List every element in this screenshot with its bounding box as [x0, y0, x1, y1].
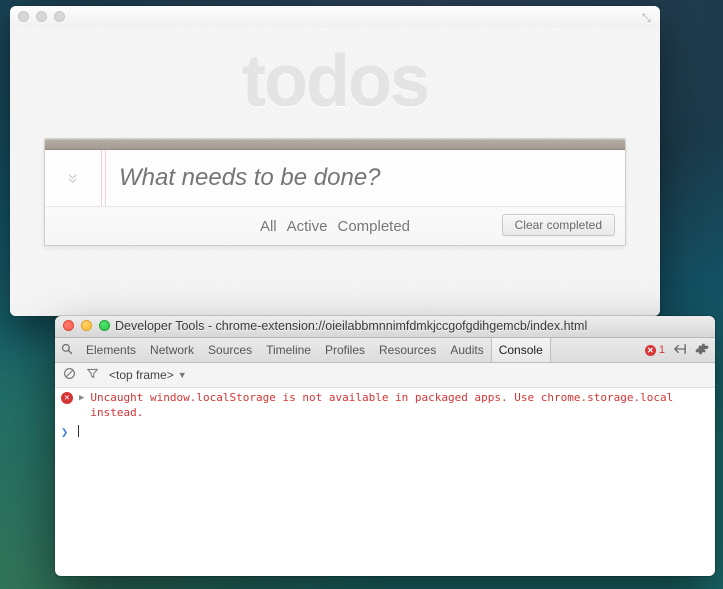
error-icon: ✕	[645, 345, 656, 356]
filters-row: All Active Completed Clear completed	[45, 207, 625, 245]
console-caret	[78, 425, 79, 437]
frame-selector-label: <top frame>	[109, 368, 174, 382]
filter-icon[interactable]	[86, 367, 99, 383]
tab-sources[interactable]: Sources	[201, 338, 259, 362]
todos-app-window: ⤢ todos » All Active Completed Clear com…	[10, 6, 660, 316]
console-error-row[interactable]: ✕ ▶ Uncaught window.localStorage is not …	[61, 389, 707, 423]
close-icon[interactable]	[18, 11, 29, 22]
devtools-window: Developer Tools - chrome-extension://oie…	[55, 316, 715, 576]
clear-console-icon[interactable]	[63, 367, 76, 383]
app-body: todos » All Active Completed Clear compl…	[10, 28, 660, 316]
app-titlebar[interactable]: ⤢	[10, 6, 660, 29]
search-icon[interactable]	[59, 343, 75, 358]
drawer-toggle-icon[interactable]	[673, 343, 687, 358]
error-icon: ✕	[61, 392, 73, 404]
tab-console[interactable]: Console	[491, 338, 551, 362]
devtools-tabs: Elements Network Sources Timeline Profil…	[55, 338, 715, 363]
chevron-down-icon: ▼	[178, 370, 187, 380]
frame-selector[interactable]: <top frame> ▼	[109, 368, 187, 382]
minimize-icon[interactable]	[36, 11, 47, 22]
app-title: todos	[44, 46, 626, 118]
fullscreen-icon[interactable]: ⤢	[639, 13, 652, 22]
minimize-icon[interactable]	[81, 320, 92, 331]
close-icon[interactable]	[63, 320, 74, 331]
filter-active[interactable]: Active	[287, 218, 328, 235]
error-count-badge[interactable]: ✕ 1	[645, 344, 665, 356]
gear-icon[interactable]	[695, 342, 709, 359]
tab-audits[interactable]: Audits	[443, 338, 490, 362]
console-prompt-icon: ❯	[61, 425, 72, 439]
devtools-right-icons: ✕ 1	[645, 338, 709, 362]
tab-profiles[interactable]: Profiles	[318, 338, 372, 362]
devtools-window-title: Developer Tools - chrome-extension://oie…	[115, 316, 705, 337]
filter-all[interactable]: All	[260, 218, 277, 235]
new-todo-input[interactable]	[101, 164, 625, 192]
console-output[interactable]: ✕ ▶ Uncaught window.localStorage is not …	[55, 385, 715, 576]
zoom-icon[interactable]	[99, 320, 110, 331]
tab-timeline[interactable]: Timeline	[259, 338, 318, 362]
tab-network[interactable]: Network	[143, 338, 201, 362]
console-prompt-row[interactable]: ❯	[61, 423, 707, 441]
new-todo-row: »	[45, 150, 625, 207]
tab-elements[interactable]: Elements	[79, 338, 143, 362]
todo-card: » All Active Completed Clear completed	[44, 138, 626, 246]
devtools-titlebar[interactable]: Developer Tools - chrome-extension://oie…	[55, 316, 715, 338]
tab-resources[interactable]: Resources	[372, 338, 443, 362]
toggle-all-button[interactable]: »	[45, 168, 101, 189]
zoom-icon[interactable]	[54, 11, 65, 22]
console-error-message: Uncaught window.localStorage is not avai…	[90, 391, 707, 421]
error-count: 1	[659, 344, 665, 356]
chevron-down-icon: »	[62, 173, 83, 183]
card-header-bar	[45, 139, 625, 150]
desktop-background: ⤢ todos » All Active Completed Clear com…	[0, 0, 723, 589]
expand-arrow-icon[interactable]: ▶	[79, 393, 84, 403]
app-traffic-lights	[18, 11, 65, 22]
filter-completed[interactable]: Completed	[337, 218, 410, 235]
clear-completed-button[interactable]: Clear completed	[502, 214, 615, 236]
devtools-traffic-lights	[63, 320, 110, 331]
